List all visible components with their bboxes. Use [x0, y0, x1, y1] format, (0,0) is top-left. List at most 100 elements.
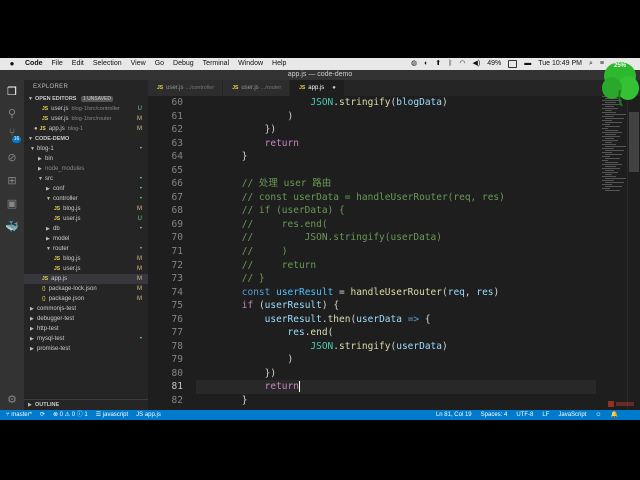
tree-folder[interactable]: ▶ http-test [24, 324, 148, 334]
code-line[interactable]: }) [196, 123, 596, 137]
open-editors-header[interactable]: ▼ OPEN EDITORS 1 UNSAVED [24, 94, 148, 104]
code-line[interactable]: // return [196, 259, 596, 273]
tab-user-controller[interactable]: JS user.js .../controller [148, 80, 224, 96]
tree-file[interactable]: {} package.json M [24, 294, 148, 304]
tree-folder[interactable]: ▶ debugger-test [24, 314, 148, 324]
apple-icon[interactable]: ● [8, 58, 16, 70]
tree-file[interactable]: JS user.js U [24, 214, 148, 224]
project-header[interactable]: ▼ CODE-DEMO [24, 134, 148, 144]
remote-icon[interactable]: ▣ [5, 196, 19, 210]
dirty-dot-icon[interactable]: ● [332, 85, 336, 91]
flag-icon[interactable]: ▬ [524, 58, 531, 70]
gear-icon[interactable]: ⚙ [5, 392, 19, 406]
tree-folder[interactable]: ▼ router • [24, 244, 148, 254]
tree-folder[interactable]: ▶ commonjs-test [24, 304, 148, 314]
tree-folder[interactable]: ▼ blog-1 • [24, 144, 148, 154]
tree-folder[interactable]: ▶ bin [24, 154, 148, 164]
battery-icon[interactable] [508, 60, 518, 68]
smiley-icon[interactable]: ☺ [595, 410, 601, 420]
menu-file[interactable]: File [52, 58, 63, 70]
tree-file[interactable]: {} package-lock.json M [24, 284, 148, 294]
menu-app[interactable]: Code [25, 58, 43, 70]
tree-file-selected[interactable]: JS app.js M [24, 274, 148, 284]
battery-percent[interactable]: 49% [487, 58, 501, 70]
code-line[interactable]: ) [196, 353, 596, 367]
code-line[interactable]: // JSON.stringify(userData) [196, 231, 596, 245]
outline-header[interactable]: ▶ OUTLINE [24, 399, 152, 410]
search-icon[interactable]: ⌕ [589, 58, 593, 70]
tree-folder[interactable]: ▶ conf • [24, 184, 148, 194]
tree-folder[interactable]: ▼ src • [24, 174, 148, 184]
search-icon[interactable]: ⚲ [5, 106, 19, 120]
tray-icon[interactable]: ◐ [424, 58, 428, 70]
open-editor-item[interactable]: JS user.js blog-1/src/controller U [24, 104, 148, 114]
files-icon[interactable]: ❐ [5, 84, 19, 98]
bluetooth-icon[interactable]: ᛒ [448, 58, 452, 70]
tree-folder[interactable]: ▶ mysql-test • [24, 334, 148, 344]
scrollbar-thumb[interactable] [629, 112, 639, 172]
menu-window[interactable]: Window [238, 58, 263, 70]
code-line[interactable]: // const userData = handleUserRouter(req… [196, 191, 596, 205]
language[interactable]: JavaScript [558, 410, 586, 420]
minimap[interactable] [602, 96, 626, 216]
code-line[interactable]: const userResult = handleUserRouter(req,… [196, 286, 596, 300]
code-line[interactable]: // 处理 user 路由 [196, 177, 596, 191]
code-line[interactable]: JSON.stringify(userData) [196, 340, 596, 354]
tab-user-router[interactable]: JS user.js .../router [223, 80, 291, 96]
line-ending[interactable]: LF [542, 410, 549, 420]
code-line[interactable]: JSON.stringify(blogData) [196, 96, 596, 110]
code-line-current[interactable]: return [196, 380, 596, 395]
tree-file[interactable]: JS user.js M [24, 264, 148, 274]
dirty-dot-icon[interactable]: ● [34, 126, 38, 132]
language-mode[interactable]: ☰ javascript [96, 410, 128, 420]
tab-app-js[interactable]: JS app.js ● [290, 80, 345, 96]
tree-file[interactable]: JS blog.js M [24, 254, 148, 264]
problems-indicator[interactable]: ⊗ 0 ⚠ 0 ⓘ 1 [53, 410, 88, 420]
encoding[interactable]: UTF-8 [516, 410, 533, 420]
current-file[interactable]: JS app.js [136, 410, 161, 420]
tree-folder[interactable]: ▼ controller • [24, 194, 148, 204]
cursor-position[interactable]: Ln 81, Col 19 [436, 410, 472, 420]
tree-folder[interactable]: ▶ db • [24, 224, 148, 234]
code-line[interactable]: // ) [196, 245, 596, 259]
code-line[interactable]: }) [196, 367, 596, 381]
code-line[interactable]: } [196, 150, 596, 164]
code-line[interactable] [196, 164, 596, 178]
debug-icon[interactable]: ⊘ [5, 150, 19, 164]
code-line[interactable]: res.end( [196, 326, 596, 340]
code-line[interactable]: // if (userData) { [196, 204, 596, 218]
menu-help[interactable]: Help [272, 58, 286, 70]
menu-terminal[interactable]: Terminal [203, 58, 229, 70]
code-lines[interactable]: JSON.stringify(blogData) ) }) return } /… [196, 96, 596, 408]
menu-go[interactable]: Go [155, 58, 164, 70]
code-line[interactable]: if (userResult) { [196, 299, 596, 313]
tree-folder[interactable]: ▶ model [24, 234, 148, 244]
code-editor[interactable]: 60 61 62 63 64 65 66 67 68 69 70 71 72 73 74 75 76 77 78 79… [148, 96, 640, 410]
indentation[interactable]: Spaces: 4 [481, 410, 508, 420]
open-editor-item-active[interactable]: ● JS app.js blog-1 M [24, 124, 148, 134]
code-line[interactable]: // res.end( [196, 218, 596, 232]
menu-debug[interactable]: Debug [173, 58, 194, 70]
volume-icon[interactable]: ◀) [473, 58, 481, 70]
menu-selection[interactable]: Selection [93, 58, 122, 70]
tray-icon[interactable]: ⬆ [435, 58, 441, 70]
sync-icon[interactable]: ⟳ [40, 410, 45, 420]
tree-file[interactable]: JS blog.js M [24, 204, 148, 214]
open-editor-item[interactable]: JS user.js blog-1/src/router M [24, 114, 148, 124]
bell-icon[interactable]: 🔔 [611, 410, 618, 420]
tree-folder[interactable]: ▶ promise-test [24, 344, 148, 354]
code-line[interactable]: // } [196, 272, 596, 286]
tree-folder[interactable]: ▶ node_modules [24, 164, 148, 174]
branch-indicator[interactable]: ⑂ master* [6, 410, 32, 420]
editor-scrollbar[interactable] [627, 96, 640, 410]
docker-icon[interactable]: 🐳 [5, 219, 19, 233]
tray-icon[interactable]: ◍ [411, 58, 417, 70]
code-line[interactable]: } [196, 394, 596, 408]
code-line[interactable]: return [196, 137, 596, 151]
wifi-icon[interactable]: ◠ [459, 58, 465, 70]
extensions-icon[interactable]: ⊞ [5, 173, 19, 187]
menu-view[interactable]: View [131, 58, 146, 70]
code-line[interactable]: userResult.then(userData => { [196, 313, 596, 327]
menu-edit[interactable]: Edit [72, 58, 84, 70]
code-line[interactable]: ) [196, 110, 596, 124]
